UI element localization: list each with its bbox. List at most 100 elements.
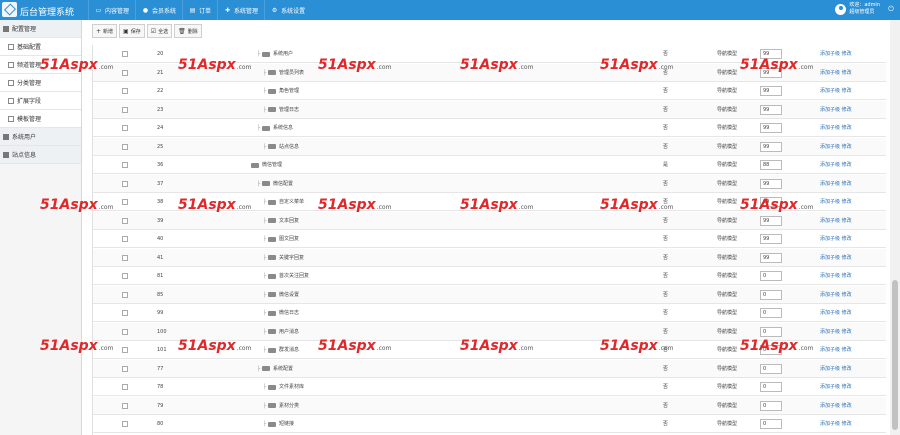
sidebar-item-0[interactable]: 配置管理 (0, 20, 81, 38)
table-row[interactable]: 36 微信管理 是 导航模型 添加子级 修改 (93, 156, 886, 174)
add-child-link[interactable]: 添加子级 (820, 199, 840, 205)
edit-link[interactable]: 修改 (842, 347, 852, 353)
table-row[interactable]: 38 ├ 自定义菜单 否 导航模型 添加子级 修改 (93, 193, 886, 211)
nav-item-4[interactable]: ⚙ 系统设置 (264, 0, 311, 20)
logout-icon[interactable]: ⏻ (886, 5, 896, 14)
add-button[interactable]: + 新增 (92, 24, 118, 38)
sort-order-input[interactable] (760, 160, 782, 170)
row-checkbox[interactable] (122, 143, 128, 150)
add-child-link[interactable]: 添加子级 (820, 107, 840, 113)
row-checkbox[interactable] (122, 236, 128, 242)
edit-link[interactable]: 修改 (842, 162, 852, 168)
table-row[interactable]: 85 ├ 微信设置 否 导航模型 添加子级 修改 (93, 285, 886, 304)
row-checkbox[interactable] (122, 51, 128, 57)
row-checkbox[interactable] (122, 180, 128, 187)
edit-link[interactable]: 修改 (842, 107, 852, 113)
row-checkbox[interactable] (122, 162, 128, 168)
add-child-link[interactable]: 添加子级 (820, 125, 840, 131)
sort-order-input[interactable] (760, 67, 782, 78)
table-row[interactable]: 77 ├ 系统配置 否 导航模型 添加子级 修改 (93, 359, 886, 378)
edit-link[interactable]: 修改 (842, 384, 852, 390)
sort-order-input[interactable] (760, 197, 782, 207)
sort-order-input[interactable] (760, 141, 782, 152)
table-row[interactable]: 80 ├ 短链接 否 导航模型 添加子级 修改 (93, 415, 886, 433)
edit-link[interactable]: 修改 (842, 329, 852, 335)
sort-order-input[interactable] (760, 345, 782, 355)
edit-link[interactable]: 修改 (842, 403, 852, 409)
add-child-link[interactable]: 添加子级 (820, 403, 840, 409)
row-checkbox[interactable] (122, 69, 128, 76)
add-child-link[interactable]: 添加子级 (820, 236, 840, 242)
add-child-link[interactable]: 添加子级 (820, 310, 840, 316)
save-button[interactable]: ▣ 保存 (119, 24, 145, 38)
row-checkbox[interactable] (122, 291, 128, 298)
sort-order-input[interactable] (760, 419, 782, 429)
sort-order-input[interactable] (760, 178, 782, 189)
row-checkbox[interactable] (122, 328, 128, 335)
sort-order-input[interactable] (760, 104, 782, 115)
add-child-link[interactable]: 添加子级 (820, 181, 840, 187)
edit-link[interactable]: 修改 (842, 125, 852, 131)
edit-link[interactable]: 修改 (842, 199, 852, 205)
add-child-link[interactable]: 添加子级 (820, 70, 840, 76)
select-all-button[interactable]: ☑ 全选 (146, 24, 173, 38)
add-child-link[interactable]: 添加子级 (820, 144, 840, 150)
table-row[interactable]: 101 ├ 群发消息 否 导航模型 添加子级 修改 (93, 341, 886, 359)
sidebar-item-4[interactable]: 扩展字段 (0, 92, 81, 110)
sidebar-item-2[interactable]: 频道管理 (0, 56, 81, 74)
sort-order-input[interactable] (760, 326, 782, 337)
sidebar-item-6[interactable]: 系统用户 (0, 128, 81, 146)
nav-item-1[interactable]: ● 会员系统 (135, 0, 182, 20)
row-checkbox[interactable] (122, 273, 128, 279)
scrollbar-thumb[interactable] (892, 280, 898, 430)
add-child-link[interactable]: 添加子级 (820, 292, 840, 298)
row-checkbox[interactable] (122, 254, 128, 261)
add-child-link[interactable]: 添加子级 (820, 218, 840, 224)
row-checkbox[interactable] (122, 106, 128, 113)
edit-link[interactable]: 修改 (842, 273, 852, 279)
add-child-link[interactable]: 添加子级 (820, 347, 840, 353)
edit-link[interactable]: 修改 (842, 421, 852, 427)
sidebar-item-3[interactable]: 分类管理 (0, 74, 81, 92)
table-row[interactable]: 41 ├ 关键字回复 否 导航模型 添加子级 修改 (93, 248, 886, 267)
edit-link[interactable]: 修改 (842, 292, 852, 298)
sort-order-input[interactable] (760, 382, 782, 392)
edit-link[interactable]: 修改 (842, 255, 852, 261)
edit-link[interactable]: 修改 (842, 366, 852, 372)
add-child-link[interactable]: 添加子级 (820, 329, 840, 335)
page-scrollbar[interactable] (890, 20, 900, 435)
sort-order-input[interactable] (760, 215, 782, 226)
edit-link[interactable]: 修改 (842, 70, 852, 76)
table-row[interactable]: 100 ├ 用户消息 否 导航模型 添加子级 修改 (93, 322, 886, 341)
row-checkbox[interactable] (122, 199, 128, 205)
table-row[interactable]: 20 ├ 系统用户 否 导航模型 添加子级 修改 (93, 45, 886, 63)
sort-order-input[interactable] (760, 123, 782, 133)
sort-order-input[interactable] (760, 86, 782, 96)
add-child-link[interactable]: 添加子级 (820, 421, 840, 427)
table-row[interactable]: 22 ├ 角色管理 否 导航模型 添加子级 修改 (93, 82, 886, 100)
add-child-link[interactable]: 添加子级 (820, 384, 840, 390)
edit-link[interactable]: 修改 (842, 310, 852, 316)
sort-order-input[interactable] (760, 49, 782, 59)
add-child-link[interactable]: 添加子级 (820, 88, 840, 94)
row-checkbox[interactable] (122, 310, 128, 316)
table-row[interactable]: 25 ├ 站点信息 否 导航模型 添加子级 修改 (93, 137, 886, 156)
row-checkbox[interactable] (122, 347, 128, 353)
edit-link[interactable]: 修改 (842, 144, 852, 150)
row-checkbox[interactable] (122, 217, 128, 224)
add-child-link[interactable]: 添加子级 (820, 273, 840, 279)
sort-order-input[interactable] (760, 234, 782, 244)
edit-link[interactable]: 修改 (842, 218, 852, 224)
table-row[interactable]: 21 ├ 管理员列表 否 导航模型 添加子级 修改 (93, 63, 886, 82)
edit-link[interactable]: 修改 (842, 236, 852, 242)
edit-link[interactable]: 修改 (842, 181, 852, 187)
table-row[interactable]: 24 ├ 系统信息 否 导航模型 添加子级 修改 (93, 119, 886, 137)
table-row[interactable]: 99 ├ 微信日志 否 导航模型 添加子级 修改 (93, 304, 886, 322)
sidebar-item-7[interactable]: 站点信息 (0, 146, 81, 164)
nav-item-3[interactable]: ✚ 系统管理 (217, 0, 264, 20)
sort-order-input[interactable] (760, 252, 782, 263)
edit-link[interactable]: 修改 (842, 88, 852, 94)
row-checkbox[interactable] (122, 402, 128, 409)
sort-order-input[interactable] (760, 271, 782, 281)
sidebar-item-5[interactable]: 模板管理 (0, 110, 81, 128)
